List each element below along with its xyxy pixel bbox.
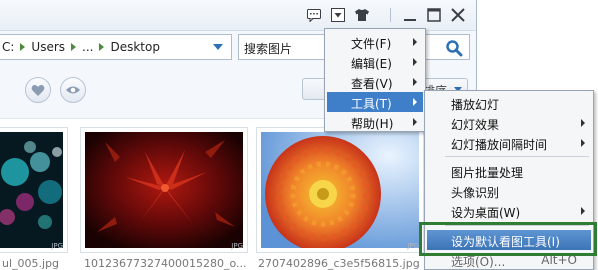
thumbnail-caption: 2707402896_c3e5f56815.jpg (258, 257, 420, 270)
menu-item-set-wallpaper[interactable]: 设为桌面(W) (427, 201, 591, 221)
close-icon[interactable] (450, 7, 466, 23)
breadcrumb-users[interactable]: Users (31, 40, 65, 54)
title-bar (0, 0, 476, 31)
menu-item-help[interactable]: 帮助(H) (327, 112, 423, 132)
address-dropdown-icon[interactable] (213, 44, 223, 50)
submenu-arrow-icon (581, 139, 585, 147)
title-separator (390, 8, 391, 22)
menu-item-label: 帮助(H) (351, 117, 394, 131)
submenu-arrow-icon (413, 58, 417, 66)
thumbnail-caption: 10123677327400015280_o... (84, 257, 247, 270)
menu-item-label: 工具(T) (351, 97, 392, 111)
red-leaves-image (85, 132, 243, 248)
submenu-arrow-icon (581, 119, 585, 127)
breadcrumb-separator-icon (99, 43, 105, 51)
thumbnail-caption: ul_005.jpg (2, 257, 60, 270)
menu-item-edit[interactable]: 编辑(E) (327, 52, 423, 72)
menu-item-label: 幻灯播放间隔时间 (451, 138, 548, 152)
menu-item-file[interactable]: 文件(F) (327, 32, 423, 52)
menu-item-label: 文件(F) (351, 37, 392, 51)
jpg-badge: JPG (51, 242, 63, 250)
thumbnail-item[interactable]: JPG (256, 127, 424, 253)
submenu-arrow-icon (413, 98, 417, 106)
menu-item-label: 编辑(E) (351, 57, 392, 71)
jpg-badge: JPG (407, 242, 419, 250)
menu-separator (445, 156, 589, 157)
skin-shirt-icon[interactable] (354, 7, 370, 23)
menu-item-label: 查看(V) (351, 77, 393, 91)
eye-icon[interactable] (60, 77, 86, 103)
thumbnail-grid: JPG JPG JPG ul_005.jpg 10123677327400015… (0, 118, 476, 270)
menu-item-tools[interactable]: 工具(T) (327, 92, 423, 112)
submenu-arrow-icon (413, 38, 417, 46)
menu-item-face-recognition[interactable]: 头像识别 (427, 181, 591, 201)
menu-item-label: 头像识别 (451, 186, 500, 200)
menu-item-label: 图片批量处理 (451, 166, 524, 180)
maximize-icon[interactable] (426, 7, 442, 23)
menu-item-label: 幻灯效果 (451, 118, 500, 132)
menu-item-batch-process[interactable]: 图片批量处理 (427, 161, 591, 181)
menu-item-slideshow-effect[interactable]: 幻灯效果 (427, 113, 591, 133)
menu-item-slideshow-interval[interactable]: 幻灯播放间隔时间 (427, 133, 591, 153)
menu-item-view[interactable]: 查看(V) (327, 72, 423, 92)
dahlia-flower-image (261, 132, 419, 248)
address-bar[interactable]: C: Users ... Desktop (0, 34, 232, 60)
submenu-arrow-icon (413, 78, 417, 86)
address-drive[interactable]: C: (2, 40, 14, 54)
heart-icon[interactable] (25, 77, 51, 103)
breadcrumb-ellipsis[interactable]: ... (82, 40, 93, 54)
menu-item-label: 播放幻灯 (451, 98, 500, 112)
breadcrumb-desktop[interactable]: Desktop (110, 40, 160, 54)
chat-icon[interactable] (306, 7, 322, 23)
breadcrumb-separator-icon (71, 43, 77, 51)
bokeh-image (0, 132, 63, 248)
submenu-arrow-icon (581, 207, 585, 215)
breadcrumb-separator-icon (20, 43, 26, 51)
minimize-icon[interactable] (402, 7, 418, 23)
search-input[interactable]: 搜索图片 (244, 40, 292, 57)
thumbnail-item[interactable]: JPG (0, 127, 68, 253)
jpg-badge: JPG (231, 242, 243, 250)
submenu-arrow-icon (413, 118, 417, 126)
main-menu: 文件(F) 编辑(E) 查看(V) 工具(T) 帮助(H) (324, 28, 426, 132)
search-icon[interactable] (445, 39, 463, 57)
menu-item-play-slideshow[interactable]: 播放幻灯 (427, 93, 591, 113)
highlight-annotation-frame (419, 222, 597, 256)
thumbnail-item[interactable]: JPG (80, 127, 248, 253)
menu-item-label: 设为桌面(W) (451, 206, 521, 220)
menu-dropdown-icon[interactable] (330, 7, 346, 23)
